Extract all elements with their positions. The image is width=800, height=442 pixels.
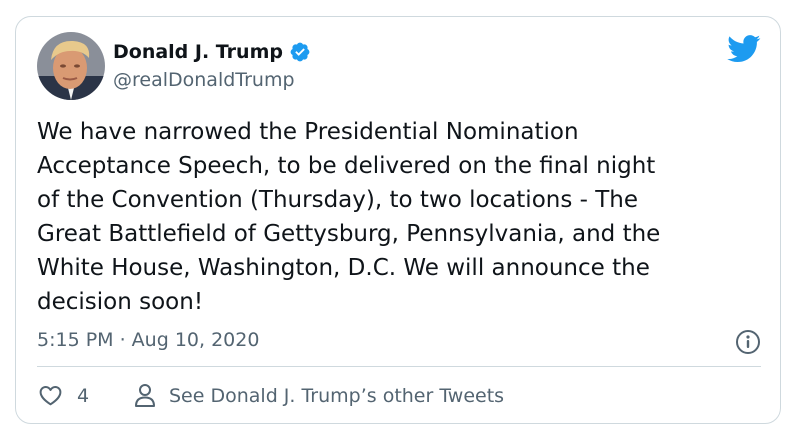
author-display-name[interactable]: Donald J. Trump	[113, 41, 283, 63]
see-other-tweets-label: See Donald J. Trump’s other Tweets	[169, 384, 505, 407]
like-count: 4	[77, 384, 90, 407]
tweet-card: Donald J. Trump @realDonaldTrump We have…	[15, 16, 781, 424]
tweet-timestamp[interactable]: 5:15 PM · Aug 10, 2020	[37, 329, 259, 351]
see-other-tweets-link[interactable]: See Donald J. Trump’s other Tweets	[133, 383, 504, 408]
heart-icon	[39, 385, 62, 406]
like-button[interactable]: 4	[38, 383, 89, 408]
verified-badge-icon	[290, 42, 310, 62]
avatar[interactable]	[37, 32, 105, 100]
twitter-bird-icon[interactable]	[727, 35, 761, 63]
info-icon[interactable]	[735, 329, 761, 355]
divider	[37, 366, 761, 367]
tweet-text: We have narrowed the Presidential Nomina…	[37, 119, 661, 315]
author-handle[interactable]: @realDonaldTrump	[113, 69, 295, 91]
person-icon	[135, 384, 155, 407]
